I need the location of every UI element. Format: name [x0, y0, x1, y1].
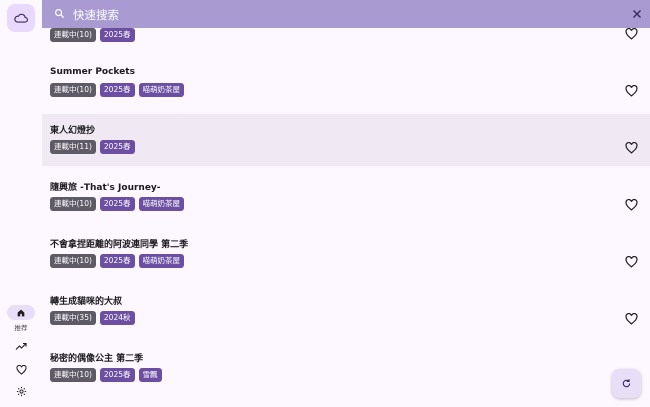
season-tag: 2025春 [99, 28, 135, 42]
item-title: Summer Pockets [50, 67, 135, 77]
favorite-icon[interactable] [625, 142, 638, 154]
item-title: 轉生成貓咪的大叔 [50, 297, 123, 307]
tag-group: 連載中(10) 2025春 喵萌奶茶屋 [50, 83, 184, 97]
list-item[interactable]: 秘密的偶像公主 第二季 連載中(10) 2025春 雪飄 [42, 342, 650, 399]
season-tag: 2025春 [99, 197, 135, 211]
tag-group: 連載中(11) 2025春 [50, 140, 135, 154]
refresh-button[interactable] [612, 369, 641, 398]
season-tag: 2025春 [99, 83, 135, 97]
search-input[interactable]: 快速搜索 [73, 7, 119, 23]
cloud-button[interactable] [7, 4, 35, 32]
navigation-rail: 推荐 [0, 0, 42, 407]
list-item[interactable]: 不會拿捏距離的阿波連同學 第二季 連載中(10) 2025春 喵萌奶茶屋 [42, 228, 650, 285]
nav-item-home[interactable]: 推荐 [0, 305, 42, 332]
season-tag: 2024秋 [99, 311, 135, 325]
status-tag: 連載中(11) [50, 140, 96, 154]
item-title: 隨興旅 -That's Journey- [50, 183, 161, 193]
favorite-icon[interactable] [625, 313, 638, 325]
season-tag: 2025春 [99, 140, 135, 154]
favorite-icon[interactable] [625, 85, 638, 97]
nav-home-label: 推荐 [14, 324, 28, 332]
favorite-icon[interactable] [625, 28, 638, 40]
tag-group: 連載中(10) 2025春 [50, 28, 135, 42]
list-item[interactable]: 轉生成貓咪的大叔 連載中(35) 2024秋 [42, 285, 650, 342]
nav-item-favorites[interactable] [0, 362, 42, 377]
nav-item-trending[interactable] [0, 339, 42, 354]
status-tag: 連載中(10) [50, 197, 96, 211]
nav-item-settings[interactable] [0, 384, 42, 399]
list-item[interactable]: 隨興旅 -That's Journey- 連載中(10) 2025春 喵萌奶茶屋 [42, 171, 650, 228]
item-title: 東人幻燈抄 [50, 126, 96, 136]
home-icon [17, 309, 25, 316]
status-tag: 連載中(10) [50, 28, 96, 42]
home-indicator [7, 305, 35, 320]
close-icon[interactable] [630, 7, 644, 21]
list-item[interactable]: 東人幻燈抄 連載中(11) 2025春 [42, 114, 650, 166]
status-tag: 連載中(10) [50, 254, 96, 268]
tag-group: 連載中(35) 2024秋 [50, 311, 135, 325]
list-item[interactable]: Summer Pockets 連載中(10) 2025春 喵萌奶茶屋 [42, 57, 650, 114]
group-tag: 喵萌奶茶屋 [138, 197, 184, 211]
item-title: 不會拿捏距離的阿波連同學 第二季 [50, 240, 189, 250]
status-tag: 連載中(10) [50, 83, 96, 97]
tag-group: 連載中(10) 2025春 喵萌奶茶屋 [50, 254, 184, 268]
search-icon [55, 9, 65, 19]
search-bar[interactable]: 快速搜索 [42, 0, 650, 28]
refresh-icon [622, 379, 631, 388]
tag-group: 連載中(10) 2025春 雪飄 [50, 368, 162, 382]
gear-icon [16, 386, 26, 397]
group-tag: 喵萌奶茶屋 [138, 254, 184, 268]
season-tag: 2025春 [99, 368, 135, 382]
trending-icon [15, 342, 27, 350]
favorite-icon[interactable] [625, 199, 638, 211]
season-tag: 2025春 [99, 254, 135, 268]
status-tag: 連載中(35) [50, 311, 96, 325]
cloud-icon [14, 13, 28, 23]
tag-group: 連載中(10) 2025春 喵萌奶茶屋 [50, 197, 184, 211]
heart-icon [15, 364, 27, 375]
favorite-icon[interactable] [625, 256, 638, 268]
group-tag: 雪飄 [138, 368, 162, 382]
group-tag: 喵萌奶茶屋 [138, 83, 184, 97]
item-title: 秘密的偶像公主 第二季 [50, 354, 144, 364]
status-tag: 連載中(10) [50, 368, 96, 382]
